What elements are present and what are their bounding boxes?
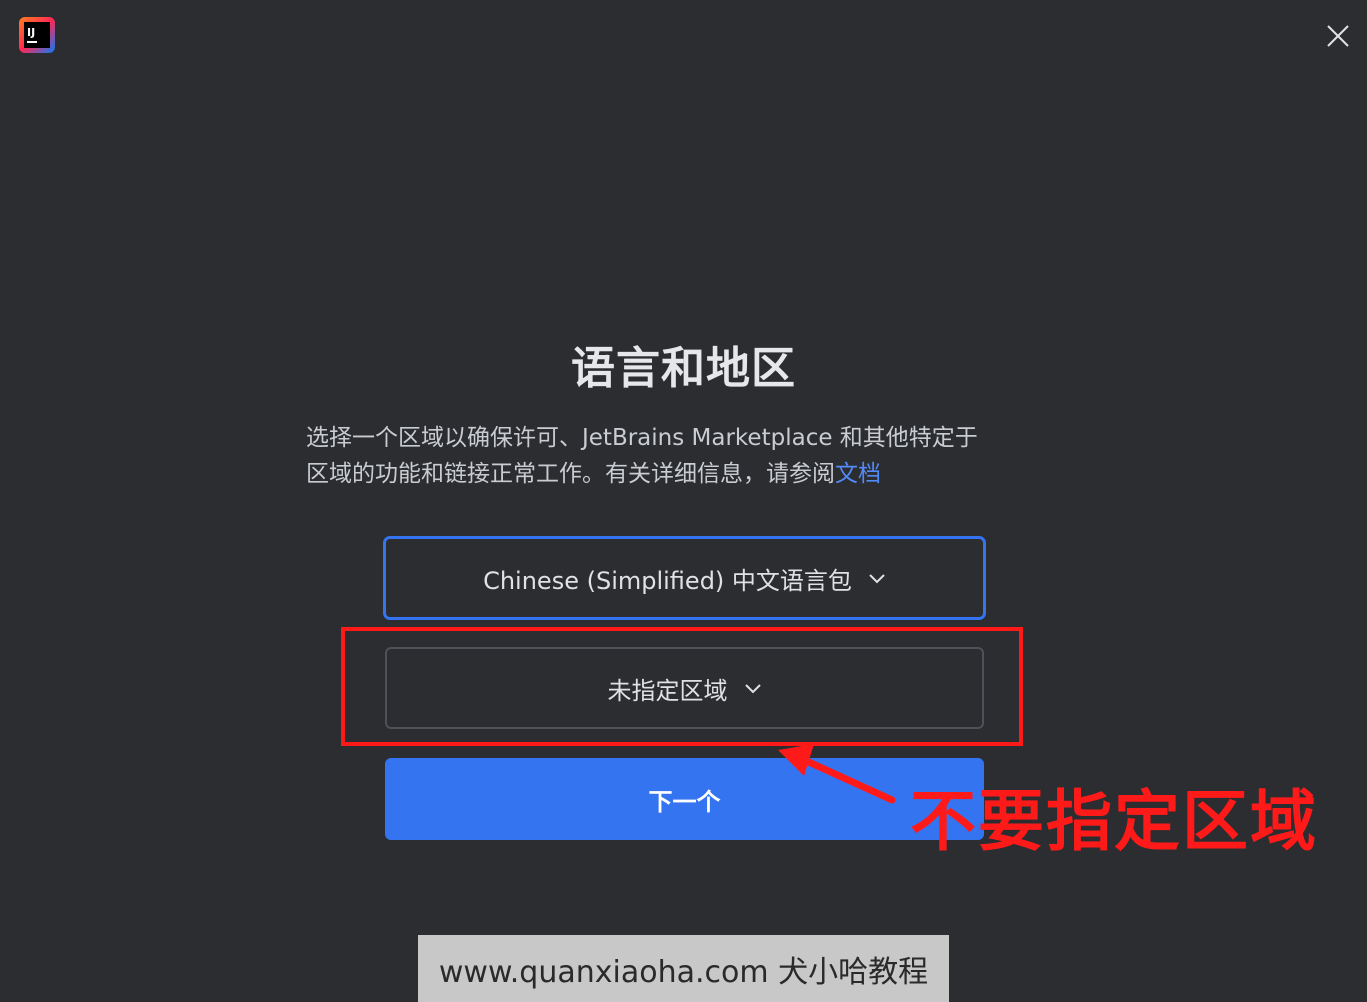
annotation-highlight-box (341, 627, 1023, 746)
language-select[interactable]: Chinese (Simplified) 中文语言包 (383, 536, 986, 620)
close-button[interactable] (1322, 20, 1354, 52)
chevron-down-icon (869, 574, 885, 584)
description-line-2: 区域的功能和链接正常工作。有关详细信息，请参阅文档 (306, 456, 1076, 492)
description-line-1: 选择一个区域以确保许可、JetBrains Marketplace 和其他特定于 (306, 425, 978, 451)
annotation-text: 不要指定区域 (910, 783, 1318, 860)
language-select-value: Chinese (Simplified) 中文语言包 (483, 566, 852, 595)
page-title: 语言和地区 (571, 343, 796, 394)
annotation-arrow-icon (778, 744, 896, 804)
description-line-2-text: 区域的功能和链接正常工作。有关详细信息，请参阅 (306, 461, 835, 487)
intellij-idea-logo-icon: IJ (19, 17, 55, 53)
svg-text:IJ: IJ (27, 26, 35, 39)
description-text: 选择一个区域以确保许可、JetBrains Marketplace 和其他特定于… (306, 420, 1076, 492)
documentation-link[interactable]: 文档 (835, 461, 881, 487)
close-icon (1327, 25, 1349, 47)
watermark: www.quanxiaoha.com 犬小哈教程 (418, 935, 949, 1002)
